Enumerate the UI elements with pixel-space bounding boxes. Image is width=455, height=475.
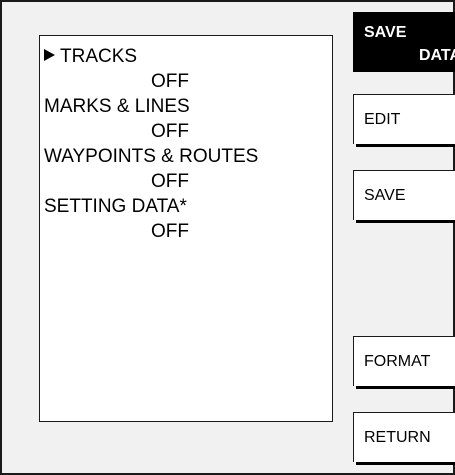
item-label: SETTING DATA* (44, 196, 187, 217)
list-item-marks-lines[interactable]: MARKS & LINES (40, 94, 332, 120)
format-button[interactable]: FORMAT (353, 336, 455, 386)
item-value: OFF (151, 71, 189, 92)
list-item-setting-data[interactable]: SETTING DATA* (40, 194, 332, 220)
list-item-tracks-value[interactable]: OFF (40, 69, 332, 95)
item-value: OFF (151, 221, 189, 242)
list-item-tracks[interactable]: TRACKS (40, 44, 332, 70)
save-button[interactable]: SAVE (353, 170, 455, 220)
display-screen: TRACKS OFF MARKS & LINES OFF WAYPOINTS &… (0, 0, 455, 475)
item-value: OFF (151, 121, 189, 142)
return-button[interactable]: RETURN (353, 412, 455, 462)
return-button-label: RETURN (364, 428, 431, 446)
format-button-label: FORMAT (364, 352, 431, 370)
save-data-list: TRACKS OFF MARKS & LINES OFF WAYPOINTS &… (39, 35, 333, 422)
menu-title-line1: SAVE (364, 24, 407, 41)
list-item-waypoints-routes[interactable]: WAYPOINTS & ROUTES (40, 144, 332, 170)
menu-title-line2: DATA (418, 47, 455, 64)
item-label: WAYPOINTS & ROUTES (44, 146, 259, 167)
list-item-marks-lines-value[interactable]: OFF (40, 119, 332, 145)
list-item-waypoints-routes-value[interactable]: OFF (40, 169, 332, 195)
menu-title: SAVE DATA (353, 12, 455, 72)
item-value: OFF (151, 171, 189, 192)
item-label: TRACKS (60, 46, 138, 67)
item-label: MARKS & LINES (44, 96, 190, 117)
save-button-label: SAVE (364, 186, 406, 204)
list-item-setting-data-value[interactable]: OFF (40, 219, 332, 245)
edit-button[interactable]: EDIT (353, 94, 455, 144)
edit-button-label: EDIT (364, 110, 401, 128)
